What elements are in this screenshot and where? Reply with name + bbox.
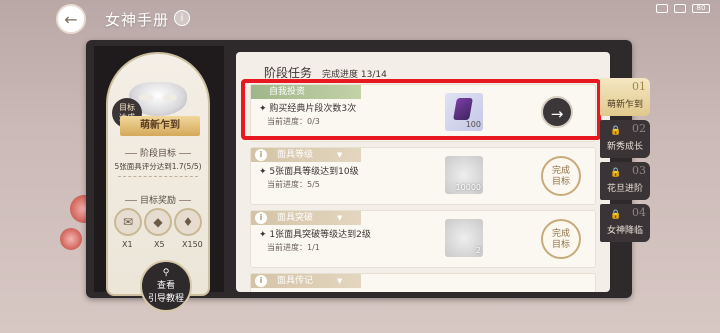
task-row: i 面具传记 ▼ — [250, 273, 596, 292]
goal-section-label: 阶段目标 — [108, 146, 208, 159]
go-button[interactable]: → — [541, 96, 573, 128]
panel-title: 阶段任务 — [264, 66, 313, 80]
completion-progress: 完成进度 13/14 — [322, 70, 387, 80]
reward-count: X150 — [182, 240, 203, 249]
reward-item[interactable]: ✉ — [114, 208, 142, 236]
info-icon: i — [255, 212, 267, 224]
gem-icon: ♦ — [182, 215, 194, 229]
crystal-icon — [453, 98, 473, 120]
notification-icon — [656, 4, 668, 13]
reward-list: ✉ ◆ ♦ — [114, 208, 202, 236]
flower-decoration — [60, 228, 82, 250]
info-icon[interactable]: i — [174, 10, 190, 26]
task-reward-item[interactable]: 2 — [445, 219, 483, 257]
reward-item[interactable]: ◆ — [144, 208, 172, 236]
task-description: ✦ 1张面具突破等级达到2级 — [259, 230, 371, 240]
tab-stage-02[interactable]: 🔒 02 新秀成长 — [600, 120, 650, 158]
lock-icon: 🔒 — [610, 126, 622, 136]
arrow-left-icon: ← — [64, 9, 78, 29]
task-panel: 阶段任务 完成进度 13/14 自我投资 ✦ 购买经典片段次数3次 当前进度：0… — [236, 52, 610, 292]
task-description: ✦ 5张面具等级达到10级 — [259, 167, 359, 177]
tab-stage-04[interactable]: 🔒 04 女神降临 — [600, 204, 650, 242]
battery-icon: 80 — [692, 4, 710, 13]
task-row: 自我投资 ✦ 购买经典片段次数3次 当前进度：0/3 100 → — [250, 84, 596, 142]
task-list: 自我投资 ✦ 购买经典片段次数3次 当前进度：0/3 100 → i 面具等级 … — [250, 84, 596, 292]
tab-stage-03[interactable]: 🔒 03 花旦进阶 — [600, 162, 650, 200]
reward-section-label: 目标奖励 — [108, 193, 208, 206]
task-tag[interactable]: i 面具传记 ▼ — [251, 274, 361, 288]
chip-icon: ◆ — [153, 215, 163, 229]
page-title: 女神手册 — [105, 11, 170, 29]
completed-stamp: 完成 目标 — [541, 219, 581, 259]
info-icon: i — [255, 275, 267, 287]
reward-item[interactable]: ♦ — [174, 208, 202, 236]
caret-down-icon: ▼ — [337, 214, 343, 222]
envelope-icon: ✉ — [122, 215, 134, 229]
status-bar: 80 — [656, 4, 710, 13]
reward-count: X1 — [122, 240, 133, 249]
task-progress: 当前进度：0/3 — [267, 117, 320, 126]
search-icon: ⚲ — [162, 268, 170, 278]
divider — [118, 176, 198, 177]
task-tag: 自我投资 — [251, 85, 361, 99]
lock-icon: 🔒 — [610, 168, 622, 178]
stage-name: 萌新乍到 — [120, 116, 200, 136]
task-reward-item[interactable]: 100 — [445, 93, 483, 131]
task-row: i 面具突破 ▼ ✦ 1张面具突破等级达到2级 当前进度：1/1 2 完成 目标 — [250, 210, 596, 268]
task-tag[interactable]: i 面具等级 ▼ — [251, 148, 361, 162]
caret-down-icon: ▼ — [337, 277, 343, 285]
task-row: i 面具等级 ▼ ✦ 5张面具等级达到10级 当前进度：5/5 10000 完成… — [250, 147, 596, 205]
view-guide-button[interactable]: ⚲ 查看 引导教程 — [140, 260, 192, 312]
wifi-icon — [674, 4, 686, 13]
stage-tabs: 01 萌新乍到 🔒 02 新秀成长 🔒 03 花旦进阶 🔒 04 女神降临 — [600, 78, 650, 246]
task-progress: 当前进度：5/5 — [267, 180, 320, 189]
tab-stage-01[interactable]: 01 萌新乍到 — [600, 78, 650, 116]
stage-card: 目标达成 萌新乍到 阶段目标 5张面具评分达到1.7(5/5) 目标奖励 ✉ ◆… — [106, 52, 210, 296]
task-description: ✦ 购买经典片段次数3次 — [259, 104, 357, 114]
task-progress: 当前进度：1/1 — [267, 243, 320, 252]
lock-icon: 🔒 — [610, 210, 622, 220]
reward-count: X5 — [154, 240, 165, 249]
completed-stamp: 完成 目标 — [541, 156, 581, 196]
caret-down-icon: ▼ — [337, 151, 343, 159]
goal-text: 5张面具评分达到1.7(5/5) — [114, 162, 202, 171]
arrow-right-icon: → — [550, 105, 564, 123]
task-reward-item[interactable]: 10000 — [445, 156, 483, 194]
info-icon: i — [255, 149, 267, 161]
task-tag[interactable]: i 面具突破 ▼ — [251, 211, 361, 225]
back-button[interactable]: ← — [56, 4, 86, 34]
